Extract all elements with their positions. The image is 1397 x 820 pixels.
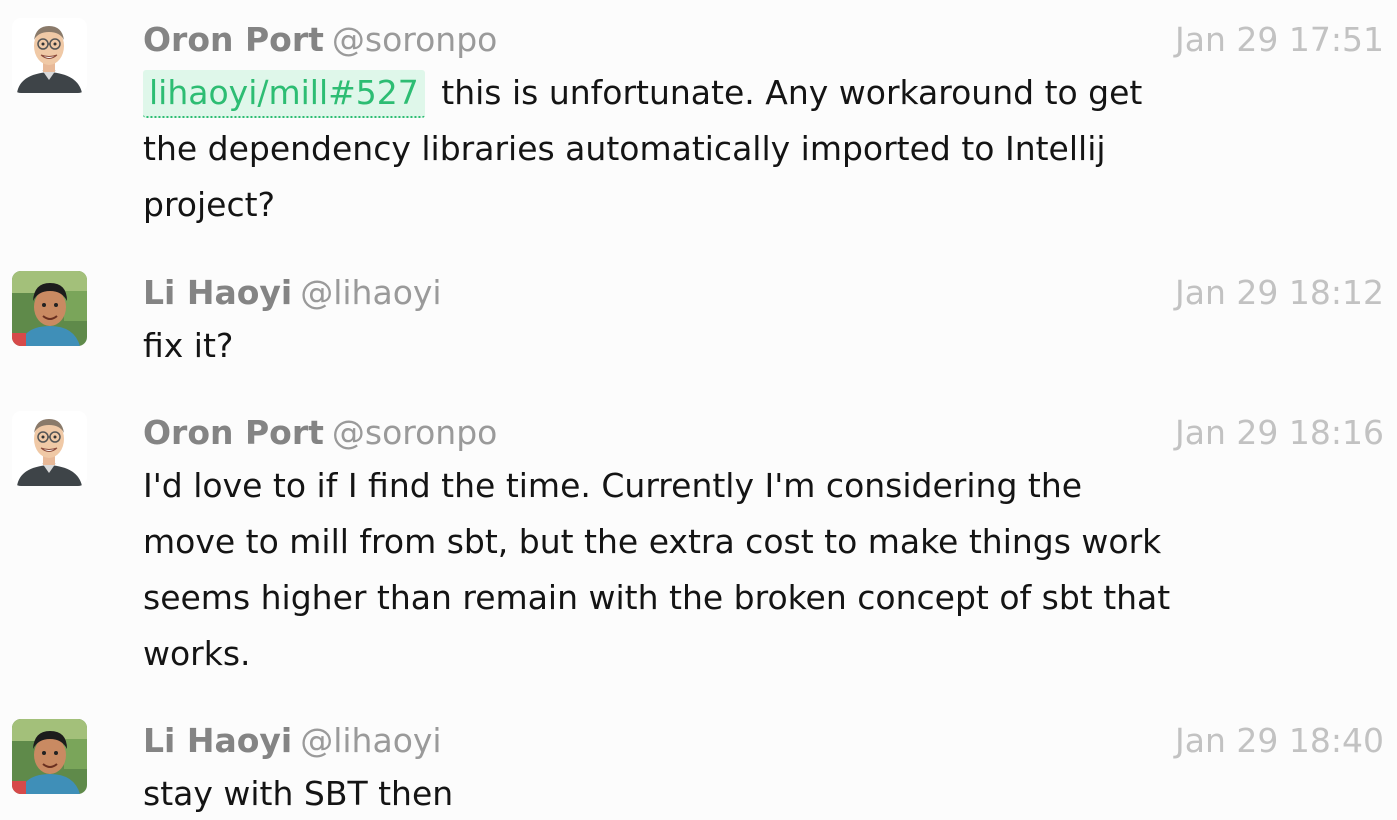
issue-link[interactable]: lihaoyi/mill#527	[143, 70, 425, 118]
author-username[interactable]: @soronpo	[332, 20, 497, 59]
author-name[interactable]: Oron Port	[143, 20, 324, 59]
photo-avatar-icon[interactable]	[12, 719, 87, 794]
message-timestamp[interactable]: Jan 29 18:40	[1175, 719, 1384, 763]
message-text: I'd love to if I find the time. Currentl…	[143, 466, 1171, 673]
message-text: stay with SBT then	[143, 774, 454, 813]
author-username[interactable]: @lihaoyi	[300, 721, 441, 760]
message-timestamp[interactable]: Jan 29 18:12	[1175, 271, 1384, 315]
message-header: Oron Port @soronpo	[143, 18, 497, 62]
photo-avatar-icon[interactable]	[12, 271, 87, 346]
chat-message-list: Oron Port @soronpo Jan 29 17:51 lihaoyi/m…	[0, 0, 1397, 820]
author-username[interactable]: @soronpo	[332, 413, 497, 452]
cartoon-avatar-icon[interactable]	[12, 411, 87, 486]
author-name[interactable]: Li Haoyi	[143, 721, 292, 760]
message-body: I'd love to if I find the time. Currentl…	[143, 458, 1183, 682]
message-body: stay with SBT then	[143, 766, 1183, 820]
message-text: fix it?	[143, 326, 234, 365]
message-header: Oron Port @soronpo	[143, 411, 497, 455]
message-body: lihaoyi/mill#527 this is unfortunate. An…	[143, 65, 1183, 233]
message-body: fix it?	[143, 318, 1183, 374]
message-timestamp[interactable]: Jan 29 18:16	[1175, 411, 1384, 455]
message-timestamp[interactable]: Jan 29 17:51	[1175, 18, 1384, 62]
author-name[interactable]: Li Haoyi	[143, 273, 292, 312]
author-name[interactable]: Oron Port	[143, 413, 324, 452]
cartoon-avatar-icon[interactable]	[12, 18, 87, 93]
message-header: Li Haoyi @lihaoyi	[143, 271, 442, 315]
author-username[interactable]: @lihaoyi	[300, 273, 441, 312]
message-header: Li Haoyi @lihaoyi	[143, 719, 442, 763]
